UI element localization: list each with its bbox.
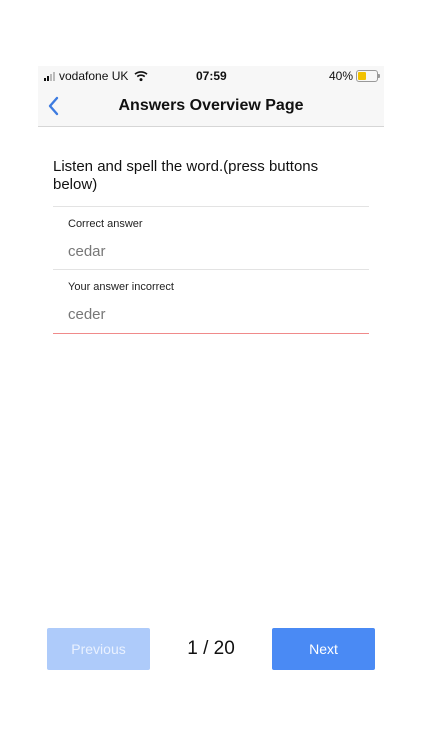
correct-answer-value: cedar xyxy=(68,243,106,260)
next-button[interactable]: Next xyxy=(272,628,375,670)
battery-icon xyxy=(356,70,380,82)
status-right: 40% xyxy=(328,69,380,83)
divider xyxy=(53,206,369,207)
signal-strength-icon xyxy=(44,71,55,81)
wifi-icon xyxy=(134,71,148,82)
status-time: 07:59 xyxy=(196,69,227,83)
status-bar: vodafone UK 07:59 40% xyxy=(38,66,384,86)
user-answer-value: ceder xyxy=(68,306,106,323)
question-prompt: Listen and spell the word.(press buttons… xyxy=(53,158,319,193)
page-title: Answers Overview Page xyxy=(118,97,304,114)
previous-button[interactable]: Previous xyxy=(47,628,150,670)
user-answer-error-underline xyxy=(53,333,369,334)
correct-answer-label: Correct answer xyxy=(68,218,143,230)
correct-answer-underline xyxy=(53,269,369,270)
carrier-name: vodafone UK xyxy=(59,69,129,83)
battery-percent: 40% xyxy=(328,69,353,83)
app-screen: vodafone UK 07:59 40% Answers Overview P… xyxy=(38,66,384,686)
user-answer-label: Your answer incorrect xyxy=(68,281,174,293)
navigation-bar: Answers Overview Page xyxy=(38,86,384,127)
status-left: vodafone UK xyxy=(44,69,148,83)
page-indicator: 1 / 20 xyxy=(187,638,235,659)
